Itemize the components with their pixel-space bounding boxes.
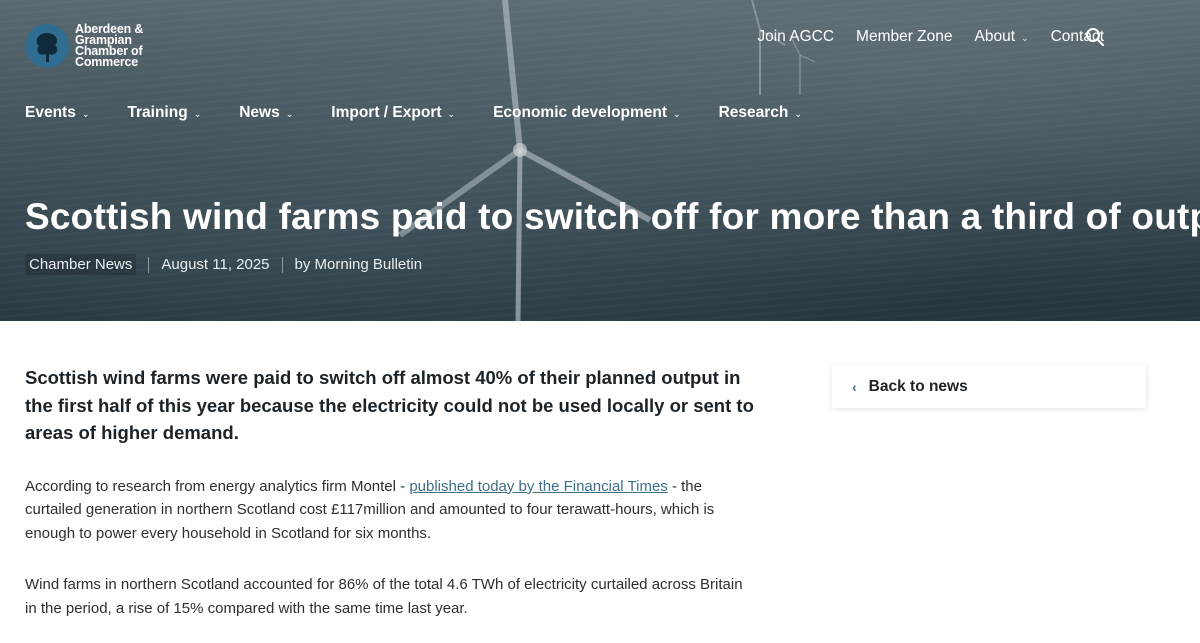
main-nav-label: News (239, 104, 280, 121)
financial-times-link[interactable]: published today by the Financial Times (409, 478, 667, 495)
top-nav-member-zone[interactable]: Member Zone (856, 28, 952, 46)
chevron-left-icon: ‹ (852, 378, 857, 395)
main-nav-import-export[interactable]: Import / Export ⌄ (331, 104, 455, 122)
brand-name-line: Commerce (75, 55, 139, 69)
article-paragraph: Wind farms in northern Scotland accounte… (25, 576, 743, 617)
article-paragraph: According to research from energy analyt… (25, 475, 755, 546)
top-nav-label: Join AGCC (757, 28, 835, 45)
main-nav: Events ⌄ Training ⌄ News ⌄ Import / Expo… (25, 104, 840, 122)
chamber-logo-icon (25, 24, 69, 68)
search-icon[interactable] (1085, 27, 1105, 47)
chevron-down-icon: ⌄ (1021, 32, 1029, 43)
article-lead: Scottish wind farms were paid to switch … (25, 367, 754, 443)
main-nav-label: Research (718, 104, 789, 121)
chevron-down-icon: ⌄ (673, 108, 681, 119)
chevron-down-icon: ⌄ (447, 108, 456, 119)
main-nav-label: Import / Export (331, 104, 442, 121)
main-nav-news[interactable]: News ⌄ (239, 104, 293, 122)
top-nav-about[interactable]: About ⌄ (975, 28, 1029, 46)
main-nav-label: Events (25, 104, 76, 121)
main-nav-events[interactable]: Events ⌄ (25, 104, 89, 122)
main-nav-label: Economic development (493, 104, 668, 121)
brand-logo[interactable]: Aberdeen & Grampian Chamber of Commerce (25, 23, 143, 69)
article-date: August 11, 2025 (161, 256, 270, 273)
chevron-down-icon: ⌄ (81, 108, 90, 119)
chevron-down-icon: ⌄ (794, 108, 802, 119)
main-nav-research[interactable]: Research ⌄ (719, 104, 802, 122)
back-to-news-label: Back to news (868, 377, 968, 395)
hero-banner: Aberdeen & Grampian Chamber of Commerce … (0, 0, 1200, 321)
paragraph-text: According to research from energy analyt… (25, 477, 410, 495)
category-tag[interactable]: Chamber News (25, 254, 137, 275)
chevron-down-icon: ⌄ (193, 108, 202, 119)
article-body: Scottish wind farms were paid to switch … (25, 364, 755, 620)
top-nav-join-agcc[interactable]: Join AGCC (757, 28, 834, 46)
chevron-down-icon: ⌄ (285, 108, 294, 119)
top-nav-label: Member Zone (856, 28, 953, 45)
main-nav-training[interactable]: Training ⌄ (127, 104, 201, 122)
top-nav: Join AGCC Member Zone About ⌄ Contact (735, 28, 1104, 46)
article-title: Scottish wind farms paid to switch off f… (25, 196, 1200, 237)
meta-divider (148, 256, 150, 273)
main-nav-economic-development[interactable]: Economic development ⌄ (493, 104, 681, 122)
meta-divider (281, 256, 283, 273)
article-byline: by Morning Bulletin (294, 256, 423, 273)
article-meta: Chamber News August 11, 2025 by Morning … (25, 254, 422, 275)
back-to-news-button[interactable]: ‹ Back to news (832, 365, 1146, 408)
main-nav-label: Training (127, 104, 188, 121)
brand-name: Aberdeen & Grampian Chamber of Commerce (75, 23, 143, 69)
top-nav-label: About (974, 28, 1016, 45)
